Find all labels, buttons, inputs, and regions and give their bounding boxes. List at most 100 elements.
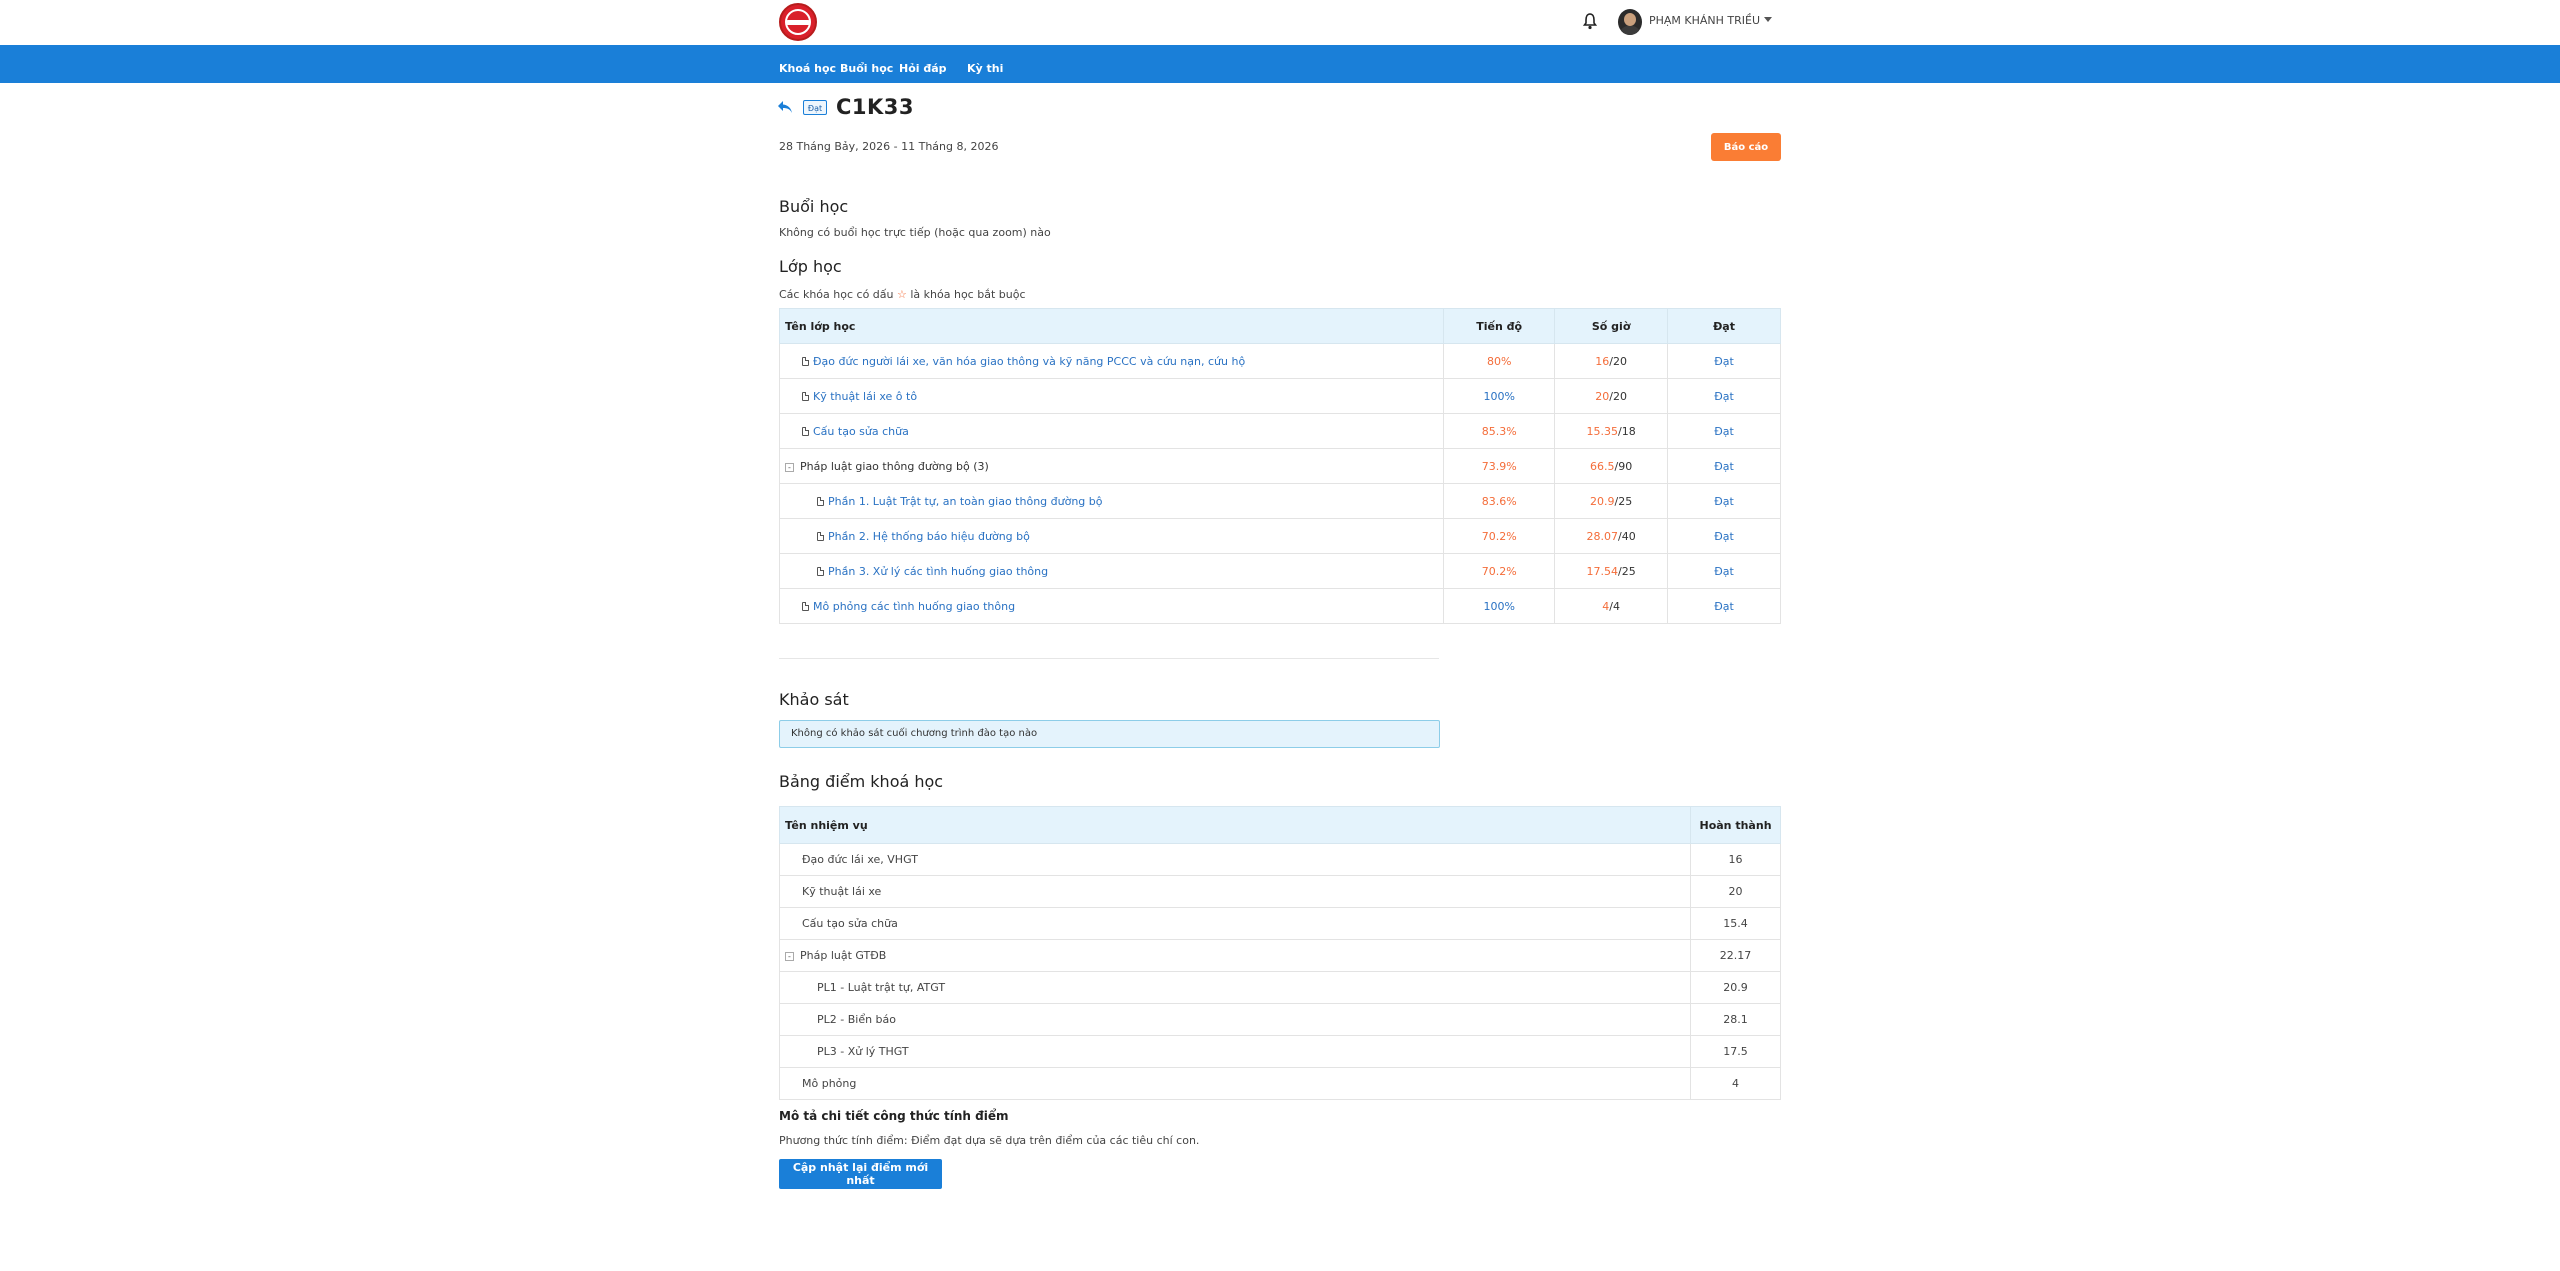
table-header-row: Tên nhiệm vụ Hoàn thành	[778, 806, 1781, 844]
task-score: 15.4	[1690, 907, 1781, 940]
table-row: Phần 2. Hệ thống báo hiệu đường bộ 70.2%…	[778, 518, 1781, 554]
table-row: PL3 - Xử lý THGT 17.5	[778, 1035, 1781, 1068]
table-row: Kỹ thuật lái xe 20	[778, 875, 1781, 908]
progress-value: 100%	[1443, 378, 1556, 414]
grades-table: Tên nhiệm vụ Hoàn thành Đạo đức lái xe, …	[778, 806, 1781, 1100]
group-count: (3)	[973, 459, 989, 473]
status-value: Đạt	[1667, 553, 1781, 589]
table-row-group: - Pháp luật GTĐB 22.17	[778, 939, 1781, 972]
task-score: 20	[1690, 875, 1781, 908]
collapse-toggle[interactable]: -	[785, 952, 794, 961]
nav-qa[interactable]: Hỏi đáp	[899, 62, 947, 75]
table-row: Phần 3. Xử lý các tình huống giao thông …	[778, 553, 1781, 589]
document-icon	[802, 601, 809, 611]
hours-value: 4/4	[1554, 588, 1669, 624]
table-row: PL1 - Luật trật tự, ATGT 20.9	[778, 971, 1781, 1004]
task-score: 17.5	[1690, 1035, 1781, 1068]
task-name: Kỹ thuật lái xe	[778, 875, 1692, 908]
survey-heading: Khảo sát	[779, 690, 849, 709]
nav-sessions[interactable]: Buổi học	[840, 62, 893, 75]
hours-value: 15.35/18	[1554, 413, 1669, 449]
document-icon	[802, 391, 809, 401]
classes-table: Tên lớp học Tiến độ Số giờ Đạt Đạo đức n…	[778, 308, 1781, 624]
hours-value: 16/20	[1554, 343, 1669, 379]
formula-title: Mô tả chi tiết công thức tính điểm	[779, 1109, 1009, 1123]
survey-empty-alert: Không có khảo sát cuối chương trình đào …	[779, 720, 1440, 748]
table-row: Mô phỏng các tình huống giao thông 100% …	[778, 588, 1781, 624]
table-row: Cấu tạo sửa chữa 15.4	[778, 907, 1781, 940]
class-link[interactable]: Phần 3. Xử lý các tình huống giao thông	[828, 565, 1048, 578]
hours-value: 28.07/40	[1554, 518, 1669, 554]
col-completion: Hoàn thành	[1690, 806, 1781, 844]
class-link[interactable]: Phần 1. Luật Trật tự, an toàn giao thông…	[828, 495, 1103, 508]
table-header-row: Tên lớp học Tiến độ Số giờ Đạt	[778, 308, 1781, 344]
col-hours: Số giờ	[1554, 308, 1669, 344]
document-icon	[817, 531, 824, 541]
table-row: Mô phỏng 4	[778, 1067, 1781, 1100]
document-icon	[802, 356, 809, 366]
avatar[interactable]	[1618, 9, 1642, 35]
update-scores-button[interactable]: Cập nhật lại điểm mới nhất	[779, 1159, 942, 1189]
school-logo[interactable]	[779, 3, 817, 41]
table-row: Đạo đức lái xe, VHGT 16	[778, 843, 1781, 876]
status-badge: Đạt	[803, 100, 827, 115]
grades-heading: Bảng điểm khoá học	[779, 772, 944, 791]
hours-value: 17.54/25	[1554, 553, 1669, 589]
classes-heading: Lớp học	[779, 257, 842, 276]
sessions-empty-text: Không có buổi học trực tiếp (hoặc qua zo…	[779, 226, 1051, 239]
user-name: PHẠM KHÁNH TRIỀU	[1649, 14, 1761, 27]
class-link[interactable]: Phần 2. Hệ thống báo hiệu đường bộ	[828, 530, 1030, 543]
task-name: Cấu tạo sửa chữa	[778, 907, 1692, 940]
hours-value: 20/20	[1554, 378, 1669, 414]
table-row: PL2 - Biển báo 28.1	[778, 1003, 1781, 1036]
progress-value: 85.3%	[1443, 413, 1556, 449]
user-menu[interactable]: PHẠM KHÁNH TRIỀU	[1649, 14, 1773, 27]
task-score: 20.9	[1690, 971, 1781, 1004]
task-score: 22.17	[1690, 939, 1781, 972]
task-name: PL1 - Luật trật tự, ATGT	[778, 971, 1692, 1004]
status-value: Đạt	[1667, 413, 1781, 449]
class-link[interactable]: Cấu tạo sửa chữa	[813, 425, 909, 438]
progress-value: 70.2%	[1443, 553, 1556, 589]
task-score: 4	[1690, 1067, 1781, 1100]
col-class-name: Tên lớp học	[778, 308, 1445, 344]
collapse-toggle[interactable]: -	[785, 462, 794, 472]
divider	[779, 658, 1439, 659]
task-name: PL2 - Biển báo	[778, 1003, 1692, 1036]
task-name: Đạo đức lái xe, VHGT	[778, 843, 1692, 876]
progress-value: 80%	[1443, 343, 1556, 379]
hours-value: 66.5/90	[1554, 448, 1669, 484]
task-score: 16	[1690, 843, 1781, 876]
task-score: 28.1	[1690, 1003, 1781, 1036]
task-name: Mô phỏng	[778, 1067, 1692, 1100]
document-icon	[817, 566, 824, 576]
nav-exams[interactable]: Kỳ thi	[967, 62, 1003, 75]
progress-value: 73.9%	[1443, 448, 1556, 484]
status-value: Đạt	[1667, 483, 1781, 519]
table-row: Kỹ thuật lái xe ô tô 100% 20/20 Đạt	[778, 378, 1781, 414]
task-name: Pháp luật GTĐB	[800, 949, 887, 962]
progress-value: 83.6%	[1443, 483, 1556, 519]
col-progress: Tiến độ	[1443, 308, 1556, 344]
status-value: Đạt	[1667, 448, 1781, 484]
bell-icon[interactable]	[1583, 12, 1597, 30]
status-value: Đạt	[1667, 518, 1781, 554]
star-icon: ☆	[897, 288, 907, 301]
nav-courses[interactable]: Khoá học	[779, 62, 836, 75]
class-link[interactable]: Mô phỏng các tình huống giao thông	[813, 600, 1015, 613]
hours-value: 20.9/25	[1554, 483, 1669, 519]
back-arrow-icon[interactable]	[777, 100, 793, 114]
group-name: Pháp luật giao thông đường bộ	[800, 459, 970, 473]
document-icon	[817, 496, 824, 506]
formula-text: Phương thức tính điểm: Điểm đạt dựa sẽ d…	[779, 1134, 1200, 1147]
table-row: Đạo đức người lái xe, văn hóa giao thông…	[778, 343, 1781, 379]
sessions-heading: Buổi học	[779, 197, 849, 216]
class-link[interactable]: Đạo đức người lái xe, văn hóa giao thông…	[813, 355, 1245, 368]
course-date-range: 28 Tháng Bảy, 2026 - 11 Tháng 8, 2026	[779, 140, 999, 153]
status-value: Đạt	[1667, 378, 1781, 414]
table-row: Cấu tạo sửa chữa 85.3% 15.35/18 Đạt	[778, 413, 1781, 449]
report-button[interactable]: Báo cáo	[1711, 133, 1781, 161]
classes-note: Các khóa học có dấu ☆ là khóa học bắt bu…	[779, 288, 1026, 301]
class-link[interactable]: Kỹ thuật lái xe ô tô	[813, 390, 917, 403]
task-name: PL3 - Xử lý THGT	[778, 1035, 1692, 1068]
